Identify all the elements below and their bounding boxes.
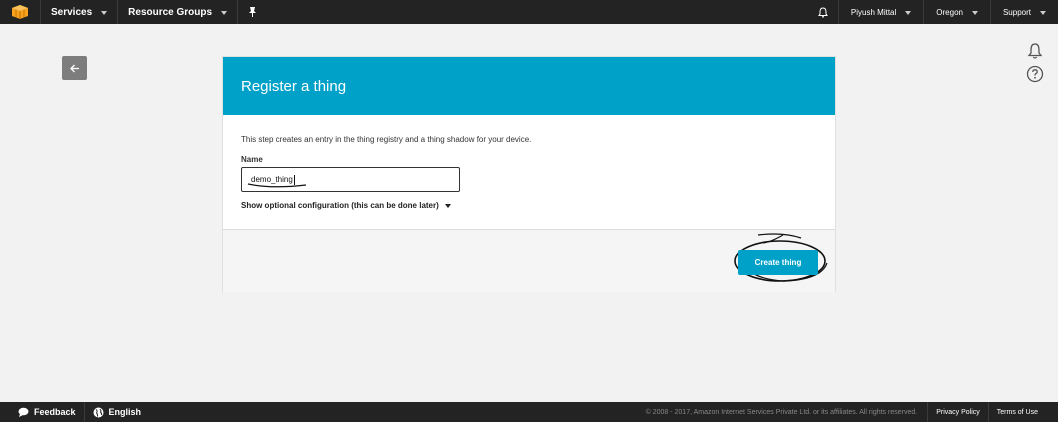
back-arrow-icon (69, 64, 79, 72)
resource-groups-menu[interactable]: Resource Groups (118, 0, 239, 24)
chevron-down-icon (905, 11, 912, 15)
user-label: Piyush Mittal (850, 7, 897, 17)
terms-of-use-link[interactable]: Terms of Use (987, 402, 1058, 422)
help-button[interactable] (1026, 65, 1044, 83)
name-input-value: demo_thing (251, 175, 293, 184)
text-cursor (293, 174, 295, 185)
top-nav-right: Piyush Mittal Oregon Support (808, 0, 1058, 24)
globe-icon (93, 407, 104, 417)
copyright-text: © 2008 - 2017, Amazon Internet Services … (645, 408, 918, 416)
optional-config-toggle[interactable]: Show optional configuration (this can be… (241, 201, 817, 210)
chevron-down-icon (444, 203, 451, 208)
support-label: Support (1002, 7, 1031, 17)
register-thing-panel: Register a thing This step creates an en… (222, 56, 836, 292)
name-input[interactable]: demo_thing (241, 167, 460, 192)
optional-config-label: Show optional configuration (this can be… (241, 201, 439, 210)
services-menu[interactable]: Services (41, 0, 119, 24)
feedback-button[interactable]: Feedback (0, 402, 85, 422)
chevron-down-icon (1040, 11, 1046, 15)
pin-button[interactable] (238, 0, 267, 24)
language-selector[interactable]: English (85, 402, 150, 422)
chevron-down-icon (101, 11, 108, 15)
footer-bar: Feedback English © 2008 - 2017, Amazon I… (0, 402, 1058, 422)
name-field-label: Name (241, 155, 263, 164)
feedback-label: Feedback (34, 407, 76, 417)
top-nav-bar: Services Resource Groups Piyush Mittal O… (0, 0, 1058, 24)
panel-footer: Create thing (223, 229, 835, 292)
description-text: This step creates an entry in the thing … (241, 135, 532, 144)
region-label: Oregon (936, 7, 963, 17)
panel-header: Register a thing (223, 57, 835, 115)
page-title: Register a thing (241, 77, 347, 95)
aws-logo-icon[interactable] (0, 0, 41, 24)
speech-bubble-icon (18, 407, 29, 417)
bell-icon (1027, 43, 1043, 59)
chevron-down-icon (221, 11, 228, 15)
help-icon (1026, 65, 1044, 83)
notifications-button[interactable] (808, 0, 839, 24)
bell-icon (817, 6, 828, 18)
services-label: Services (51, 6, 93, 18)
language-label: English (108, 407, 142, 417)
user-menu[interactable]: Piyush Mittal (839, 0, 925, 24)
panel-body: This step creates an entry in the thing … (223, 115, 835, 230)
pin-icon (249, 7, 257, 17)
resource-groups-label: Resource Groups (128, 6, 213, 18)
region-menu[interactable]: Oregon (924, 0, 991, 24)
notification-bell-button[interactable] (1026, 42, 1044, 60)
chevron-down-icon (971, 11, 978, 15)
back-button[interactable] (62, 56, 87, 80)
create-thing-button[interactable]: Create thing (738, 250, 818, 275)
privacy-policy-link[interactable]: Privacy Policy (927, 402, 988, 422)
support-menu[interactable]: Support (991, 0, 1058, 24)
